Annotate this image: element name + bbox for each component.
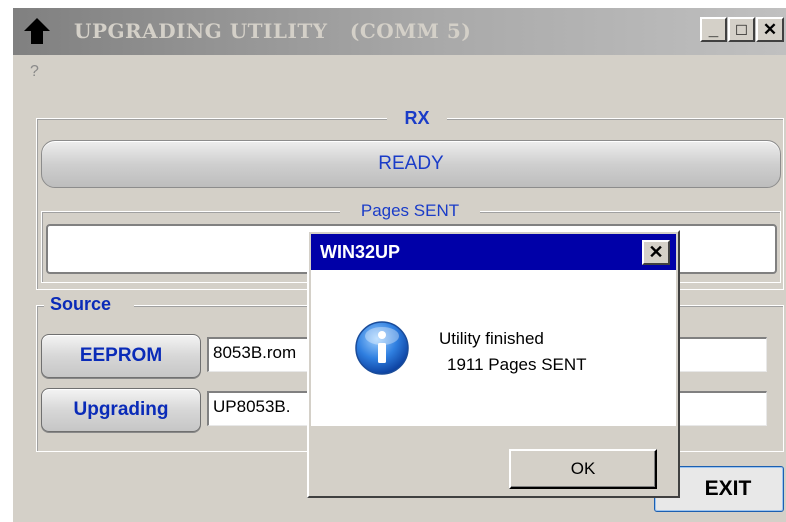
maximize-button[interactable]: □ <box>728 17 755 42</box>
minimize-button[interactable]: _ <box>700 17 727 42</box>
rx-status-bar: READY <box>41 140 781 188</box>
dialog-title: WIN32UP <box>320 242 401 262</box>
rx-legend: RX <box>387 108 447 129</box>
dialog-message-line2: 1911 Pages SENT <box>447 355 587 374</box>
upload-arrow-icon <box>24 18 50 44</box>
help-menu[interactable]: ? <box>30 63 39 81</box>
window-title: UPGRADING UTILITY (COMM 5) <box>74 19 472 43</box>
info-icon <box>355 321 409 375</box>
ok-button[interactable]: OK <box>509 449 657 489</box>
dialog-close-button[interactable]: ✕ <box>642 240 670 265</box>
eeprom-button[interactable]: EEPROM <box>41 334 201 378</box>
source-legend: Source <box>44 294 134 315</box>
pages-sent-legend: Pages SENT <box>340 201 480 221</box>
upgrading-button[interactable]: Upgrading <box>41 388 201 432</box>
close-button[interactable]: ✕ <box>756 17 784 42</box>
dialog-message-line1: Utility finished <box>439 329 544 348</box>
